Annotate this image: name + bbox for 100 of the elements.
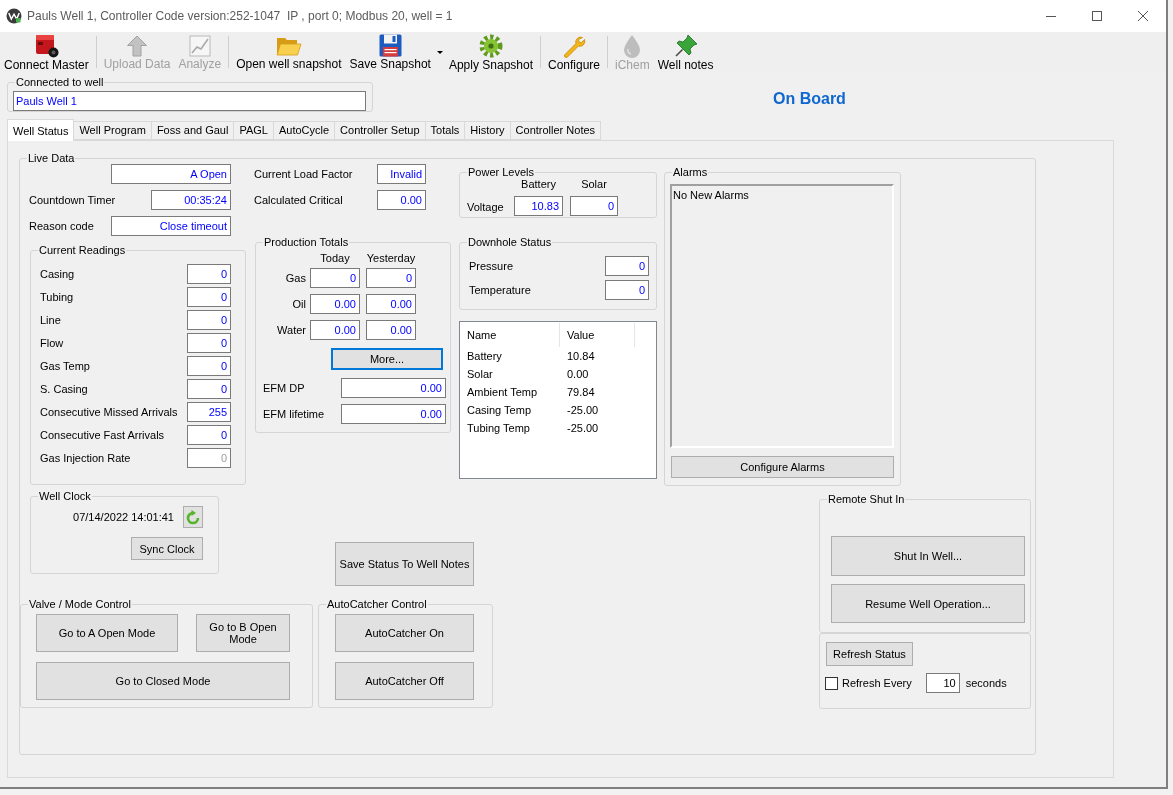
group-title: Downhole Status: [467, 236, 553, 248]
value-field[interactable]: 0.00: [310, 294, 360, 314]
value-field[interactable]: 255: [187, 402, 231, 422]
table-cell-text: Ambient Temp: [466, 385, 539, 399]
table-cell-text: Tubing Temp: [466, 421, 531, 435]
tab[interactable]: Foss and Gaul: [150, 121, 235, 140]
mode-button[interactable]: Go to Closed Mode: [36, 662, 290, 700]
refresh-button[interactable]: [183, 506, 203, 528]
up-arrow-icon: [126, 34, 149, 57]
wrench-icon: [562, 34, 586, 58]
group-title: Well Clock: [38, 490, 92, 502]
value-field[interactable]: 0.00: [341, 378, 446, 398]
table-cell-text: 0.00: [566, 367, 590, 381]
interval-field[interactable]: 10: [925, 673, 960, 693]
tab[interactable]: Well Program: [73, 121, 152, 140]
field-label: S. Casing: [40, 382, 88, 396]
toolbar-button[interactable]: Open well snapshot: [232, 32, 346, 72]
value-field[interactable]: 0: [605, 256, 649, 276]
field-label: Current Load Factor: [254, 167, 353, 181]
tab[interactable]: Well Status: [7, 119, 75, 141]
value-field[interactable]: 0: [605, 280, 649, 300]
value-field[interactable]: 10.83: [514, 196, 563, 216]
group-title: Connected to well: [15, 76, 105, 88]
gear-icon: [478, 34, 503, 58]
configure-alarms-button[interactable]: Configure Alarms: [671, 456, 894, 478]
table-cell-text: -25.00: [566, 403, 600, 417]
tab[interactable]: Totals: [424, 121, 466, 140]
pushpin-icon: [673, 34, 698, 58]
value-field[interactable]: 00:35:24: [151, 190, 231, 210]
field-label: EFM DP: [263, 381, 305, 395]
field-label: Gas Temp: [40, 359, 90, 373]
more-button[interactable]: More...: [331, 348, 443, 370]
field-label: Flow: [40, 336, 64, 350]
field-label: Water: [277, 323, 306, 337]
column-header: Yesterday: [366, 252, 416, 264]
field-label: Line: [40, 313, 61, 327]
clock-text: 07/14/2022 14:01:41: [73, 510, 174, 524]
sync-clock-button[interactable]: Sync Clock: [131, 537, 203, 560]
tab[interactable]: PAGL: [233, 121, 274, 140]
group-title: Production Totals: [263, 236, 350, 248]
column-header[interactable]: Name: [460, 323, 560, 347]
field-label: Consecutive Fast Arrivals: [40, 428, 165, 442]
value-field[interactable]: Close timeout: [111, 216, 231, 236]
value-field[interactable]: 0: [366, 268, 416, 288]
value-field[interactable]: 0: [310, 268, 360, 288]
value-field[interactable]: 0.00: [341, 404, 446, 424]
close-icon: [1138, 11, 1148, 21]
well-name-field[interactable]: Pauls Well 1: [13, 91, 366, 111]
value-field[interactable]: 0: [187, 379, 231, 399]
app-icon: [6, 8, 22, 24]
status-text: On Board: [773, 89, 846, 109]
refresh-status-button[interactable]: Refresh Status: [826, 642, 913, 666]
toolbar-button[interactable]: Configure: [544, 32, 605, 72]
value-field[interactable]: 0.00: [366, 294, 416, 314]
value-field[interactable]: 0: [187, 310, 231, 330]
toolbar-button[interactable]: Well notes: [653, 32, 718, 72]
tab[interactable]: Controller Setup: [334, 121, 426, 140]
device-icon: [33, 34, 59, 58]
value-field[interactable]: Invalid: [377, 164, 426, 184]
unit-label: seconds: [965, 676, 1007, 690]
value-field[interactable]: 0: [187, 287, 231, 307]
save-status-button[interactable]: Save Status To Well Notes: [335, 542, 474, 586]
toolbar-button[interactable]: Apply Snapshot: [444, 32, 537, 72]
checkbox[interactable]: [825, 676, 838, 690]
value-field[interactable]: 0.00: [310, 320, 360, 340]
field-label: Oil: [292, 297, 306, 311]
value-field[interactable]: 0: [187, 333, 231, 353]
field-label: Pressure: [469, 259, 514, 273]
minimize-icon: [1046, 15, 1056, 17]
value-field[interactable]: A Open: [111, 164, 231, 184]
table-cell-text: Solar: [466, 367, 494, 381]
shut-in-button[interactable]: Shut In Well...: [831, 536, 1025, 576]
tab[interactable]: History: [464, 121, 511, 140]
group-title: Valve / Mode Control: [28, 598, 132, 610]
value-field[interactable]: 0: [570, 196, 618, 216]
autocatcher-button[interactable]: AutoCatcher Off: [335, 662, 474, 700]
field-label: Consecutive Missed Arrivals: [40, 405, 178, 419]
checkbox-label[interactable]: Refresh Every: [842, 676, 912, 690]
value-field[interactable]: 0.00: [366, 320, 416, 340]
toolbar-button[interactable]: Save Snapshot: [345, 32, 435, 72]
mode-button[interactable]: Go to B Open Mode: [196, 614, 290, 652]
value-field[interactable]: 0.00: [377, 190, 426, 210]
field-label: Gas Injection Rate: [40, 451, 131, 465]
value-field[interactable]: 0: [187, 356, 231, 376]
toolbar-button[interactable]: Connect Master: [0, 32, 93, 72]
autocatcher-button[interactable]: AutoCatcher On: [335, 614, 474, 652]
field-label: Calculated Critical: [254, 193, 343, 207]
shut-in-button[interactable]: Resume Well Operation...: [831, 584, 1025, 623]
field-label: Reason code: [29, 219, 94, 233]
value-field[interactable]: 0: [187, 264, 231, 284]
alarm-item[interactable]: No New Alarms: [673, 189, 749, 202]
tab[interactable]: Controller Notes: [509, 121, 602, 140]
column-header[interactable]: Value: [560, 323, 635, 347]
value-field[interactable]: 0: [187, 425, 231, 445]
mode-button[interactable]: Go to A Open Mode: [36, 614, 178, 652]
field-label: Tubing: [40, 290, 74, 304]
caret-icon: [436, 50, 443, 54]
group-title: Live Data: [27, 152, 76, 164]
column-header: Solar: [581, 178, 607, 190]
tab[interactable]: AutoCycle: [272, 121, 336, 140]
